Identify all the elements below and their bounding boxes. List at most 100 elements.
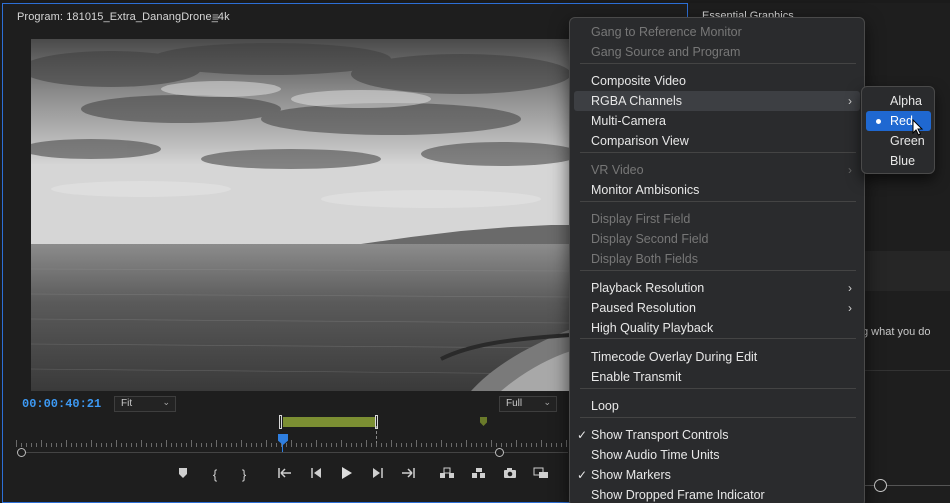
ruler-tick	[126, 443, 127, 447]
menu-item-composite-video[interactable]: Composite Video	[574, 71, 860, 91]
time-ruler[interactable]	[16, 437, 568, 447]
in-out-range[interactable]	[283, 417, 375, 427]
ruler-tick	[36, 443, 37, 447]
ruler-tick	[81, 443, 82, 447]
slider-handle[interactable]	[874, 479, 887, 492]
ruler-tick	[116, 440, 117, 447]
ruler-tick	[91, 440, 92, 447]
ruler-tick	[251, 443, 252, 447]
play-icon[interactable]	[338, 466, 356, 484]
ruler-tick	[536, 443, 537, 447]
menu-item-show-dropped-frame-indicator[interactable]: Show Dropped Frame Indicator	[574, 485, 860, 503]
ruler-tick	[191, 440, 192, 447]
ruler-tick	[226, 443, 227, 447]
ruler-tick	[146, 443, 147, 447]
playhead-timecode[interactable]: 00:00:40:21	[22, 397, 101, 411]
menu-item-enable-transmit[interactable]: Enable Transmit	[574, 367, 860, 387]
ruler-tick	[461, 443, 462, 447]
ruler-tick	[301, 443, 302, 447]
ruler-tick	[31, 443, 32, 447]
ruler-tick	[296, 443, 297, 447]
ruler-tick	[236, 443, 237, 447]
ruler-tick	[206, 443, 207, 447]
ruler-tick	[506, 443, 507, 447]
zoom-scrollbar[interactable]	[20, 452, 568, 453]
go-to-out-icon[interactable]	[399, 466, 417, 484]
program-monitor-title[interactable]: Program: 181015_Extra_DanangDrone_4k	[17, 11, 230, 23]
ruler-tick	[371, 443, 372, 447]
ruler-tick	[171, 443, 172, 447]
submenu-item-label: Blue	[890, 154, 916, 168]
menu-item-show-markers[interactable]: ✓ Show Markers	[574, 465, 860, 485]
ruler-tick	[501, 443, 502, 447]
ruler-tick	[166, 440, 167, 447]
chevron-right-icon: ›	[848, 281, 852, 295]
ruler-tick	[556, 443, 557, 447]
menu-item-show-audio-time-units[interactable]: Show Audio Time Units	[574, 445, 860, 465]
checkmark-icon: ✓	[577, 468, 588, 482]
ruler-tick	[311, 443, 312, 447]
chevron-right-icon: ›	[848, 94, 852, 108]
menu-separator	[580, 152, 856, 153]
program-monitor-context-menu: Gang to Reference Monitor Gang Source and…	[569, 17, 865, 503]
extract-icon[interactable]	[470, 466, 488, 484]
step-back-icon[interactable]	[307, 466, 325, 484]
ruler-tick	[221, 443, 222, 447]
menu-item-comparison-view[interactable]: Comparison View	[574, 131, 860, 151]
ruler-tick	[106, 443, 107, 447]
menu-item-display-second-field: Display Second Field	[574, 229, 860, 249]
ruler-tick	[246, 443, 247, 447]
menu-item-rgba-channels[interactable]: RGBA Channels ›	[574, 91, 860, 111]
menu-separator	[580, 201, 856, 202]
playback-resolution-select[interactable]: Full ⌄	[499, 396, 557, 412]
menu-separator	[580, 388, 856, 389]
submenu-item-alpha[interactable]: Alpha	[866, 91, 931, 111]
ruler-tick	[316, 440, 317, 447]
ruler-tick	[241, 440, 242, 447]
lift-icon[interactable]	[438, 466, 456, 484]
menu-separator	[580, 338, 856, 339]
go-to-in-icon[interactable]	[276, 466, 294, 484]
menu-item-show-transport-controls[interactable]: ✓ Show Transport Controls	[574, 425, 860, 445]
menu-item-playback-resolution[interactable]: Playback Resolution ›	[574, 278, 860, 298]
menu-item-high-quality-playback[interactable]: High Quality Playback	[574, 318, 860, 338]
ruler-tick	[396, 443, 397, 447]
ruler-tick	[406, 443, 407, 447]
zoom-scroll-right-handle[interactable]	[495, 448, 504, 457]
menu-item-display-first-field: Display First Field	[574, 209, 860, 229]
checkmark-icon: ✓	[577, 428, 588, 442]
menu-item-loop[interactable]: Loop	[574, 396, 860, 416]
menu-item-multi-camera[interactable]: Multi-Camera	[574, 111, 860, 131]
ruler-tick	[526, 443, 527, 447]
essential-graphics-hint: g what you do	[862, 326, 931, 338]
menu-item-paused-resolution[interactable]: Paused Resolution ›	[574, 298, 860, 318]
zoom-scroll-left-handle[interactable]	[17, 448, 26, 457]
submenu-item-blue[interactable]: Blue	[866, 151, 931, 171]
ruler-tick	[141, 440, 142, 447]
comparison-icon[interactable]	[532, 466, 550, 484]
ruler-tick	[451, 443, 452, 447]
ruler-tick	[491, 440, 492, 447]
zoom-fit-select[interactable]: Fit ⌄	[114, 396, 176, 412]
menu-item-label: Show Audio Time Units	[591, 448, 720, 462]
mark-in-icon[interactable]: {	[206, 466, 224, 484]
ruler-tick	[401, 443, 402, 447]
menu-item-timecode-overlay-during-edit[interactable]: Timecode Overlay During Edit	[574, 347, 860, 367]
step-forward-icon[interactable]	[369, 466, 387, 484]
menu-item-monitor-ambisonics[interactable]: Monitor Ambisonics	[574, 180, 860, 200]
marker-icon[interactable]	[174, 466, 192, 484]
ruler-tick	[266, 440, 267, 447]
panel-menu-icon[interactable]: ≡	[212, 10, 219, 24]
menu-separator	[580, 270, 856, 271]
menu-item-label: Display First Field	[591, 212, 691, 226]
ruler-tick	[111, 443, 112, 447]
ruler-tick	[101, 443, 102, 447]
menu-item-gang-to-reference-monitor: Gang to Reference Monitor	[574, 22, 860, 42]
ruler-tick	[426, 443, 427, 447]
mark-out-icon[interactable]: }	[235, 466, 253, 484]
ruler-tick	[151, 443, 152, 447]
in-point-handle[interactable]	[279, 415, 282, 429]
menu-separator	[580, 63, 856, 64]
ruler-tick	[346, 443, 347, 447]
export-frame-icon[interactable]	[501, 466, 519, 484]
